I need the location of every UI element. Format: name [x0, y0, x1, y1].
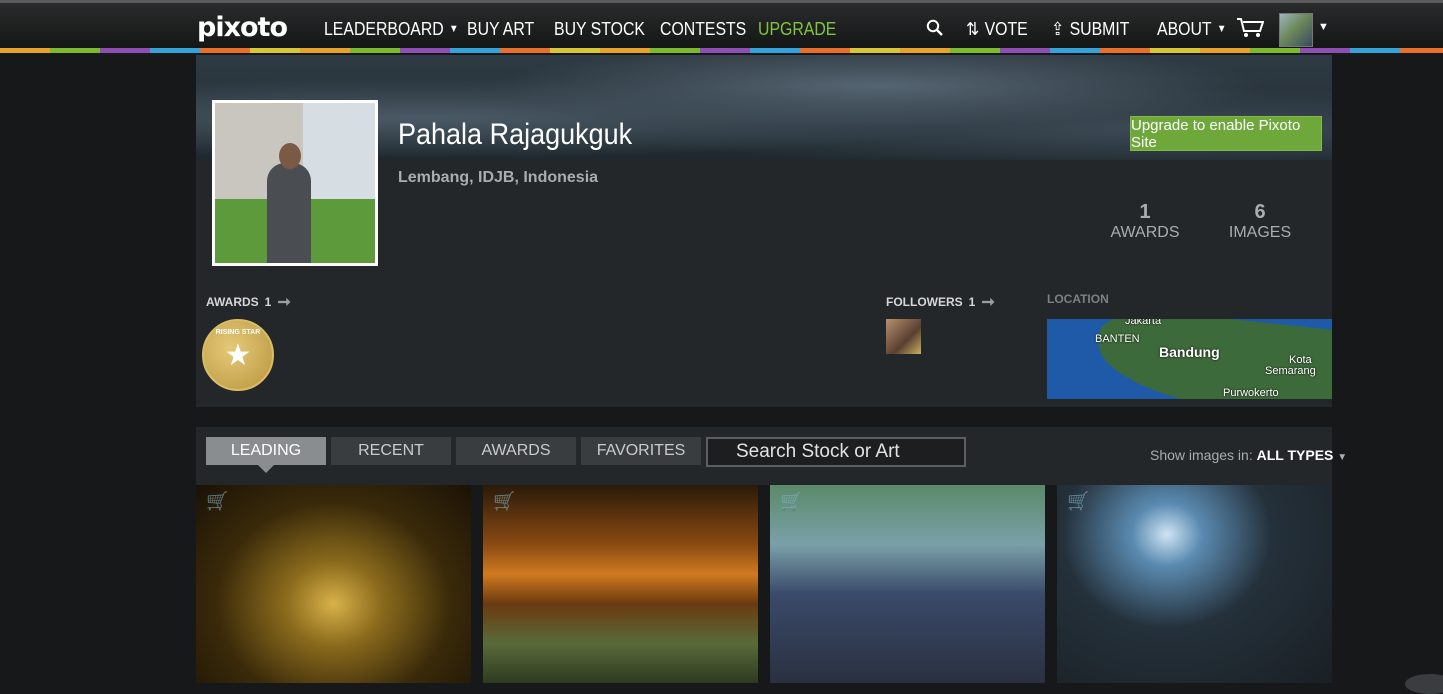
chevron-down-icon: ▼: [1216, 23, 1227, 35]
awards-section-label: AWARDS: [206, 295, 259, 309]
chevron-down-icon: ▼: [1337, 452, 1348, 463]
top-navbar: pixoto LEADERBOARD ▼ BUY ART BUY STOCK C…: [0, 0, 1443, 48]
nav-upgrade[interactable]: UPGRADE: [758, 17, 836, 41]
profile-name: Pahala Rajagukguk: [398, 118, 633, 151]
nav-buy-stock[interactable]: BUY STOCK: [554, 17, 645, 41]
follower-avatar[interactable]: [886, 319, 921, 354]
awards-stat-number: 1: [1139, 201, 1151, 223]
followers-section-count: 1: [968, 295, 976, 309]
tab-favorites[interactable]: FAVORITES: [581, 437, 701, 465]
upgrade-site-button[interactable]: Upgrade to enable Pixoto Site: [1130, 116, 1322, 151]
arrow-right-icon: ➞: [981, 294, 995, 311]
profile-photo-head: [279, 143, 301, 169]
cart-icon[interactable]: [1236, 17, 1265, 44]
nav-buy-art[interactable]: BUY ART: [467, 17, 534, 41]
image-type-filter[interactable]: Show images in: ALL TYPES ▼: [1150, 447, 1347, 463]
scroll-to-top-button[interactable]: [1405, 674, 1443, 694]
nav-contests-label: CONTESTS: [660, 18, 747, 39]
gallery-thumbnail[interactable]: 🛒: [1057, 485, 1332, 683]
nav-vote-label: VOTE: [984, 18, 1028, 39]
nav-about[interactable]: ABOUT ▼: [1157, 17, 1226, 41]
nav-vote[interactable]: ⇅ VOTE: [966, 17, 1028, 41]
nav-about-label: ABOUT: [1157, 18, 1212, 39]
nav-buy-stock-label: BUY STOCK: [554, 18, 645, 39]
image-type-filter-value: ALL TYPES: [1256, 447, 1334, 463]
tab-awards[interactable]: AWARDS: [456, 437, 576, 465]
badge-label: RISING STAR: [215, 329, 261, 336]
cart-icon[interactable]: 🛒: [1067, 491, 1089, 512]
vote-arrows-icon: ⇅: [966, 18, 980, 39]
rising-star-badge[interactable]: RISING STAR ★: [202, 319, 274, 391]
followers-section-label: FOLLOWERS: [886, 295, 963, 309]
gallery-thumbnail[interactable]: 🛒: [196, 485, 471, 683]
location-section-label: LOCATION: [1047, 292, 1109, 306]
nav-leaderboard[interactable]: LEADERBOARD ▼: [324, 17, 459, 41]
color-stripe: [0, 48, 1443, 53]
awards-section-link[interactable]: AWARDS 1 ➞: [206, 292, 291, 312]
map-label-bandung: Bandung: [1159, 344, 1220, 360]
image-type-filter-label: Show images in:: [1150, 447, 1253, 463]
cart-icon[interactable]: 🛒: [780, 491, 802, 512]
gallery-toolbar: LEADING RECENT AWARDS FAVORITES Show ima…: [196, 427, 1347, 485]
search-icon[interactable]: [926, 19, 943, 41]
tab-recent[interactable]: RECENT: [331, 437, 451, 465]
nav-leaderboard-label: LEADERBOARD: [324, 18, 444, 39]
map-label-jakarta: Jakarta: [1125, 319, 1162, 327]
nav-upgrade-label: UPGRADE: [758, 18, 837, 39]
profile-header: Pahala Rajagukguk Lembang, IDJB, Indones…: [196, 55, 1332, 407]
awards-stat[interactable]: 1 AWARDS: [1100, 201, 1190, 242]
profile-location: Lembang, IDJB, Indonesia: [398, 169, 599, 186]
nav-submit[interactable]: ⇪ SUBMIT: [1051, 17, 1129, 41]
cart-icon[interactable]: 🛒: [493, 491, 515, 512]
profile-photo-figure: [267, 163, 311, 263]
arrow-right-icon: ➞: [277, 294, 291, 311]
map-label-banten: BANTEN: [1095, 333, 1140, 345]
user-avatar[interactable]: [1279, 13, 1313, 47]
profile-photo[interactable]: [212, 100, 378, 266]
awards-section-count: 1: [264, 295, 272, 309]
chevron-down-icon: ▼: [449, 23, 459, 35]
map-label-semarang: Semarang: [1265, 365, 1316, 377]
chevron-down-icon[interactable]: ▼: [1318, 21, 1329, 33]
tab-leading[interactable]: LEADING: [206, 437, 326, 473]
search-input[interactable]: [706, 437, 966, 467]
pixoto-logo[interactable]: pixoto: [197, 12, 288, 43]
nav-contests[interactable]: CONTESTS: [660, 17, 746, 41]
star-icon: ★: [224, 338, 252, 372]
images-stat[interactable]: 6 IMAGES: [1215, 201, 1305, 242]
gallery-thumbnail[interactable]: 🛒: [770, 485, 1045, 683]
awards-stat-label: AWARDS: [1110, 224, 1180, 241]
map-label-purwokerto: Purwokerto: [1223, 387, 1279, 399]
followers-section-link[interactable]: FOLLOWERS 1 ➞: [886, 292, 995, 312]
nav-submit-label: SUBMIT: [1069, 18, 1130, 39]
location-map[interactable]: Jakarta BANTEN Bandung Kota Semarang Pur…: [1047, 319, 1332, 399]
gallery-thumbnail[interactable]: 🛒: [483, 485, 758, 683]
images-stat-number: 6: [1254, 201, 1266, 223]
upload-icon: ⇪: [1051, 18, 1065, 39]
images-stat-label: IMAGES: [1228, 224, 1292, 241]
nav-buy-art-label: BUY ART: [467, 18, 535, 39]
cart-icon[interactable]: 🛒: [206, 491, 228, 512]
